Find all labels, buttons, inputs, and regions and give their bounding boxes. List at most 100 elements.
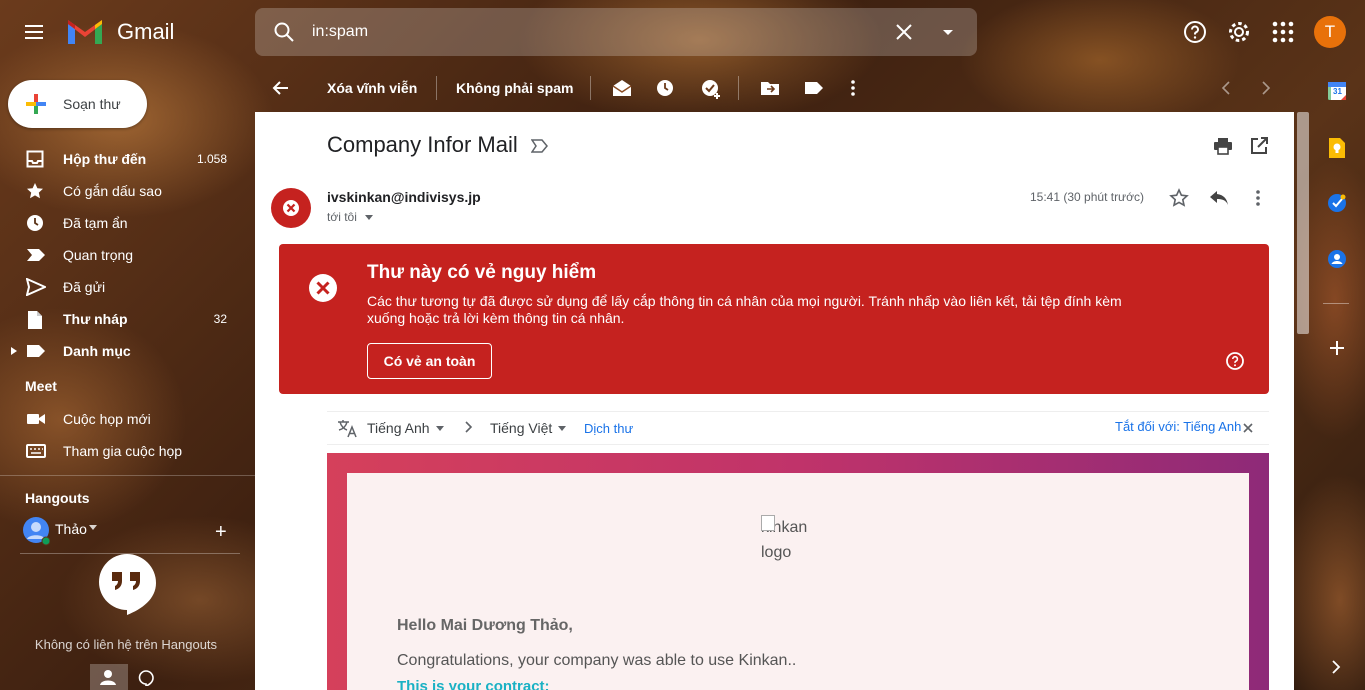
add-contact-icon[interactable]: + — [215, 521, 227, 544]
clock-icon — [26, 214, 44, 232]
keyboard-icon — [26, 442, 46, 460]
hangouts-section-title: Hangouts — [25, 490, 90, 506]
expand-side-panel-icon[interactable] — [1331, 660, 1341, 674]
danger-icon — [307, 272, 339, 304]
google-tasks-icon[interactable] — [1327, 193, 1347, 213]
star-outline-icon[interactable] — [1169, 188, 1189, 208]
email-subject: Company Infor Mail — [327, 132, 518, 157]
expand-arrow-icon[interactable] — [11, 347, 17, 355]
broken-image-icon — [761, 515, 775, 531]
more-options-icon[interactable] — [850, 79, 856, 97]
logo-alt-line2: logo — [761, 544, 792, 561]
important-icon — [26, 246, 46, 264]
clear-search-icon[interactable] — [892, 20, 916, 44]
newer-chevron-icon[interactable] — [1221, 81, 1231, 95]
broken-logo-image: kinkan logo — [761, 515, 807, 565]
new-meeting-label: Cuộc họp mới — [63, 411, 151, 427]
sidebar-item-starred[interactable]: Có gắn dấu sao — [0, 175, 245, 207]
recipient-details-dropdown-icon[interactable] — [364, 215, 374, 221]
app-title[interactable]: Gmail — [117, 19, 174, 45]
person-icon[interactable] — [99, 669, 117, 685]
turn-off-translation-link[interactable]: Tắt đối với: Tiếng Anh — [1115, 419, 1241, 434]
settings-gear-icon[interactable] — [1226, 19, 1252, 45]
warning-title: Thư này có vẻ nguy hiểm — [367, 262, 597, 283]
google-contacts-icon[interactable] — [1327, 249, 1347, 269]
toolbar-divider — [738, 76, 739, 100]
sidebar-item-label: Quan trọng — [63, 247, 134, 263]
message-more-icon[interactable] — [1255, 189, 1261, 207]
warning-body: Các thư tương tự đã được sử dụng để lấy … — [367, 293, 1122, 326]
draft-file-icon — [26, 310, 44, 330]
scrollbar-thumb[interactable] — [1297, 112, 1309, 334]
sidebar-item-label: Đã gửi — [63, 279, 106, 295]
sidebar-item-snoozed[interactable]: Đã tạm ẩn — [0, 207, 245, 239]
mark-unread-icon[interactable] — [612, 79, 632, 97]
draft-count: 32 — [213, 312, 227, 326]
hangouts-user-name[interactable]: Thảo — [55, 521, 87, 537]
star-icon — [26, 182, 44, 200]
search-icon[interactable] — [272, 20, 296, 44]
email-greeting: Hello Mai Dương Thảo, — [397, 617, 573, 634]
translate-arrow-icon — [465, 421, 473, 433]
print-icon[interactable] — [1213, 137, 1233, 155]
status-dropdown-icon[interactable] — [89, 525, 97, 531]
main-menu-icon[interactable] — [22, 20, 46, 44]
add-to-tasks-icon[interactable] — [700, 78, 722, 100]
google-keep-icon[interactable] — [1327, 137, 1347, 159]
hangouts-user-avatar[interactable] — [22, 516, 50, 546]
search-options-icon[interactable] — [938, 24, 958, 40]
sender-avatar[interactable] — [271, 188, 311, 228]
sidebar-item-important[interactable]: Quan trọng — [0, 239, 245, 271]
move-to-folder-icon[interactable] — [760, 80, 780, 96]
search-input[interactable]: in:spam — [312, 23, 368, 41]
get-addons-plus-icon[interactable] — [1329, 340, 1345, 356]
calendar-day-number: 31 — [1333, 87, 1342, 96]
warning-help-icon[interactable] — [1225, 351, 1245, 371]
delete-forever-button[interactable]: Xóa vĩnh viễn — [327, 80, 417, 96]
older-chevron-icon[interactable] — [1261, 81, 1271, 95]
sidebar-item-label: Hộp thư đến — [63, 151, 147, 167]
translate-message-link[interactable]: Dịch thư — [584, 421, 633, 436]
new-meeting-item[interactable]: Cuộc họp mới — [0, 403, 245, 435]
no-contacts-text: Không có liên hệ trên Hangouts — [34, 637, 218, 652]
sidebar-item-inbox[interactable]: Hộp thư đến 1.058 — [0, 143, 245, 175]
sidebar-item-label: Có gắn dấu sao — [63, 183, 162, 199]
google-apps-icon[interactable] — [1272, 21, 1294, 43]
source-language-dropdown-icon[interactable] — [435, 426, 445, 432]
close-translate-icon[interactable] — [1243, 423, 1253, 433]
gmail-logo-icon[interactable] — [66, 16, 104, 46]
source-language-select[interactable]: Tiếng Anh — [367, 420, 430, 436]
sidebar-item-label: Đã tạm ẩn — [63, 215, 128, 231]
video-camera-icon — [26, 410, 46, 428]
sidebar-item-sent[interactable]: Đã gửi — [0, 271, 245, 303]
sidebar-item-label: Thư nháp — [63, 311, 128, 327]
open-in-new-window-icon[interactable] — [1250, 137, 1268, 155]
label-tag-icon[interactable] — [804, 80, 824, 96]
join-meeting-item[interactable]: Tham gia cuộc họp — [0, 435, 245, 467]
rail-divider — [1323, 303, 1349, 304]
sidebar-item-categories[interactable]: Danh mục — [0, 335, 245, 367]
sender-email[interactable]: ivskinkan@indivisys.jp — [327, 189, 481, 205]
translate-icon — [337, 418, 357, 438]
account-avatar[interactable]: T — [1314, 16, 1346, 48]
conversations-icon[interactable] — [138, 670, 154, 686]
snooze-clock-icon[interactable] — [656, 79, 674, 97]
recipient-label[interactable]: tới tôi — [327, 210, 357, 224]
contract-link[interactable]: This is your contract: — [397, 678, 550, 690]
compose-plus-icon[interactable] — [24, 92, 48, 116]
not-spam-button[interactable]: Không phải spam — [456, 80, 573, 96]
sidebar-item-label: Danh mục — [63, 343, 131, 359]
divider — [0, 475, 255, 476]
looks-safe-button[interactable]: Có vẻ an toàn — [367, 343, 492, 379]
target-language-select[interactable]: Tiếng Việt — [490, 420, 552, 436]
compose-label[interactable]: Soạn thư — [63, 96, 121, 112]
reply-icon[interactable] — [1209, 189, 1229, 207]
importance-marker-icon[interactable] — [531, 139, 549, 153]
hangouts-quote-icon — [96, 552, 158, 616]
help-icon[interactable] — [1182, 19, 1208, 45]
target-language-dropdown-icon[interactable] — [557, 426, 567, 432]
back-arrow-icon[interactable] — [271, 78, 291, 98]
sidebar-item-drafts[interactable]: Thư nháp 32 — [0, 303, 245, 335]
inbox-icon — [26, 150, 44, 168]
email-congrats-text: Congratulations, your company was able t… — [397, 652, 797, 669]
